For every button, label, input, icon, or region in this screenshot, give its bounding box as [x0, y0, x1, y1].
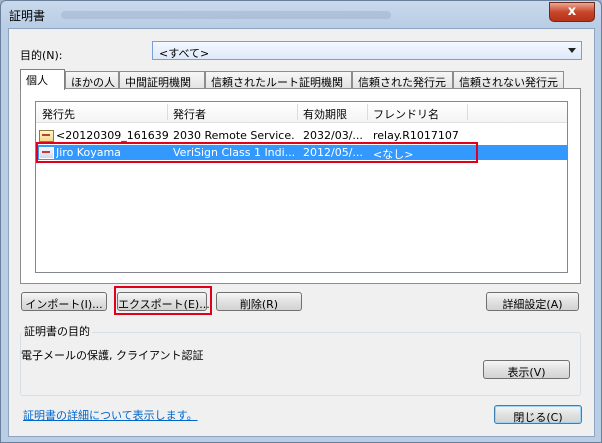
purpose-group-title: 証明書の目的: [22, 323, 92, 339]
view-button[interactable]: 表示(V): [483, 360, 570, 379]
column-divider[interactable]: [367, 104, 368, 120]
title-bar-background: [61, 11, 391, 19]
column-divider[interactable]: [467, 104, 468, 120]
cell-issued-to: <20120309_161639>...: [56, 129, 168, 142]
purpose-text: 電子メールの保護, クライアント認証: [21, 349, 204, 362]
import-button[interactable]: インポート(I)...: [21, 292, 107, 311]
tab-trusted-root-ca[interactable]: 信頼されたルート証明機関: [205, 71, 352, 89]
cell-friendly-name: relay.R1017107: [373, 129, 459, 142]
tab-panel: 発行先 発行者 有効期限 フレンドリ名 <20120309_161639>...…: [20, 88, 581, 284]
purpose-dropdown[interactable]: <すべて>: [152, 41, 582, 60]
purpose-label: 目的(N):: [20, 49, 63, 62]
tab-intermediate-ca[interactable]: 中間証明機関: [119, 71, 205, 89]
certificate-icon: [39, 130, 54, 142]
tab-other-people[interactable]: ほかの人: [65, 71, 119, 89]
title-bar[interactable]: 証明書 x: [1, 1, 601, 27]
dialog-client: 目的(N): <すべて> 個人 ほかの人 中間証明機関 信頼されたルート証明機関…: [8, 28, 595, 437]
table-row[interactable]: <20120309_161639>... 2030 Remote Service…: [36, 128, 567, 143]
close-button[interactable]: 閉じる(C): [494, 405, 582, 424]
list-header: 発行先 発行者 有効期限 フレンドリ名: [36, 102, 567, 123]
window-title: 証明書: [9, 9, 46, 23]
tab-personal[interactable]: 個人: [20, 69, 65, 90]
cell-expiration: 2032/03/...: [303, 129, 363, 142]
close-window-button[interactable]: x: [549, 2, 595, 22]
certificate-list[interactable]: 発行先 発行者 有効期限 フレンドリ名 <20120309_161639>...…: [35, 101, 568, 273]
certificate-dialog: 証明書 x 目的(N): <すべて> 個人 ほかの人 中間証明機関 信頼されたル…: [0, 0, 602, 443]
column-friendly-name[interactable]: フレンドリ名: [373, 106, 439, 122]
column-expiration[interactable]: 有効期限: [303, 106, 347, 122]
column-issued-by[interactable]: 発行者: [173, 106, 206, 122]
cell-issued-by: 2030 Remote Service...: [173, 129, 295, 142]
purpose-selected-value: <すべて>: [159, 47, 210, 60]
certificate-details-link[interactable]: 証明書の詳細について表示します。: [23, 407, 198, 423]
tab-trusted-publishers[interactable]: 信頼された発行元: [352, 71, 453, 89]
column-divider[interactable]: [167, 104, 168, 120]
chevron-down-icon[interactable]: [568, 48, 576, 53]
tab-untrusted-publishers[interactable]: 信頼されない発行元: [453, 71, 564, 89]
highlight-box-export: [114, 286, 212, 315]
delete-button[interactable]: 削除(R): [216, 292, 302, 311]
column-issued-to[interactable]: 発行先: [42, 106, 75, 122]
advanced-button[interactable]: 詳細設定(A): [486, 292, 579, 311]
highlight-box-selected-row: [36, 142, 478, 163]
column-divider[interactable]: [297, 104, 298, 120]
